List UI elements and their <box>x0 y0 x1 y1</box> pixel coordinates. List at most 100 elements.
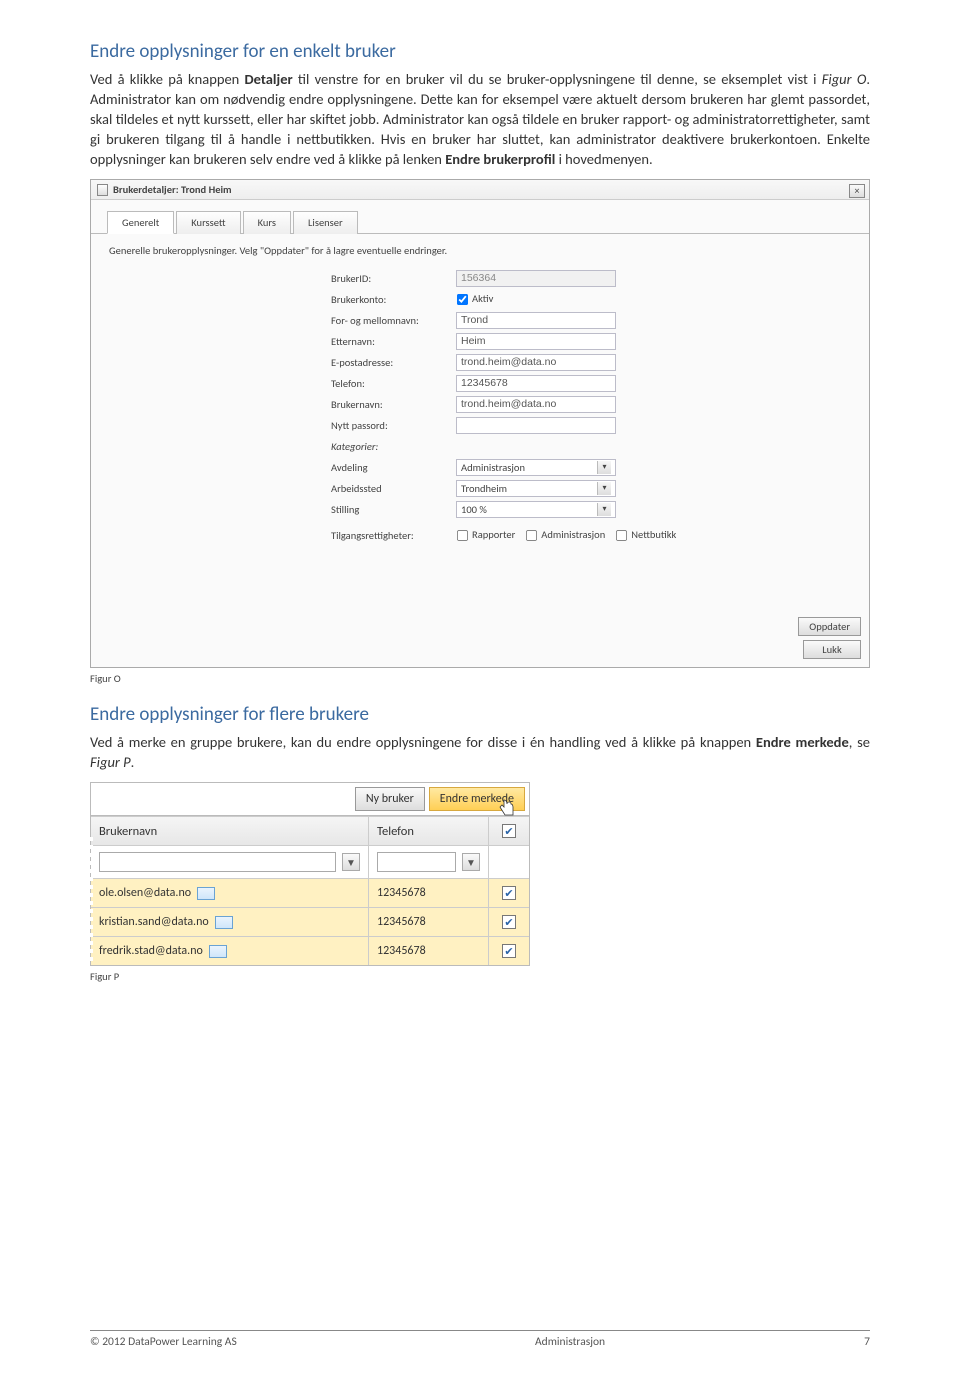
oppdater-button[interactable]: Oppdater <box>798 617 861 636</box>
filter-brukernavn-input[interactable] <box>99 852 336 872</box>
mail-icon[interactable] <box>209 945 227 958</box>
brukernavn-field[interactable] <box>456 396 616 413</box>
filter-icon[interactable]: ▼ <box>462 853 480 871</box>
cell-telefon: 12345678 <box>369 937 489 965</box>
label-tilgang: Tilgangsrettigheter: <box>331 529 456 542</box>
text: . <box>131 753 135 771</box>
filter-icon[interactable]: ▼ <box>342 853 360 871</box>
mail-icon[interactable] <box>215 916 233 929</box>
label-epost: E-postadresse: <box>331 356 456 369</box>
cell-text: kristian.sand@data.no <box>99 915 209 929</box>
cursor-hand-icon <box>499 799 515 817</box>
text-bold-endrebrukerprofil: Endre brukerprofil <box>445 150 555 168</box>
tab-lisenser[interactable]: Lisenser <box>293 211 358 234</box>
aktiv-checkbox[interactable] <box>457 294 468 305</box>
table-row[interactable]: fredrik.stad@data.no 12345678 ✔ <box>91 936 529 965</box>
tab-description: Generelle brukeropplysninger. Velg "Oppd… <box>91 234 869 269</box>
col-select[interactable]: ✔ <box>489 817 529 845</box>
text-figref-o: Figur O <box>822 70 867 88</box>
filter-telefon-input[interactable] <box>377 852 456 872</box>
text: i hovedmenyen. <box>555 150 652 168</box>
aktiv-checkbox-label[interactable]: Aktiv <box>456 292 493 306</box>
rapporter-checkbox[interactable] <box>457 530 468 541</box>
telefon-field[interactable] <box>456 375 616 392</box>
etternavn-field[interactable] <box>456 333 616 350</box>
row-checkbox[interactable]: ✔ <box>502 886 516 900</box>
label-brukerkonto: Brukerkonto: <box>331 293 456 306</box>
grid-screenshot: Ny bruker Endre merkede Brukernavn Telef… <box>90 782 530 966</box>
cell-telefon: 12345678 <box>369 908 489 936</box>
avdeling-value: Administrasjon <box>461 461 525 474</box>
label-stilling: Stilling <box>331 503 456 516</box>
col-telefon[interactable]: Telefon <box>369 817 489 845</box>
dropdown-icon: ▾ <box>597 461 611 474</box>
footer-page-number: 7 <box>850 1335 870 1349</box>
cell-brukernavn: kristian.sand@data.no <box>91 908 369 936</box>
grid-filter-row: ▼ ▼ <box>91 845 529 878</box>
ny-bruker-button[interactable]: Ny bruker <box>355 787 425 811</box>
administrasjon-check-label[interactable]: Administrasjon <box>525 528 605 542</box>
brukerid-field <box>456 270 616 287</box>
nyttpassord-field[interactable] <box>456 417 616 434</box>
rapporter-check-label[interactable]: Rapporter <box>456 528 515 542</box>
label-etternavn: Etternavn: <box>331 335 456 348</box>
grid-header: Brukernavn Telefon ✔ <box>91 816 529 845</box>
row-checkbox[interactable]: ✔ <box>502 944 516 958</box>
tab-kurssett[interactable]: Kurssett <box>176 211 240 234</box>
label-fornavn: For- og mellomnavn: <box>331 314 456 327</box>
tab-kurs[interactable]: Kurs <box>243 211 291 234</box>
close-button[interactable]: × <box>849 184 865 198</box>
dialog-tabs: Generelt Kurssett Kurs Lisenser <box>91 200 869 234</box>
dialog-title: Brukerdetaljer: Trond Heim <box>113 183 232 196</box>
text-bold-endremerkede: Endre merkede <box>756 733 849 751</box>
dialog-button-bar: Oppdater Lukk <box>91 557 869 667</box>
text: Ved å klikke på knappen <box>90 70 245 88</box>
arbeidssted-value: Trondheim <box>461 482 507 495</box>
paragraph-section2: Ved å merke en gruppe brukere, kan du en… <box>90 732 870 772</box>
paragraph-section1: Ved å klikke på knappen Detaljer til ven… <box>90 69 870 169</box>
caption-figur-o: Figur O <box>90 672 870 685</box>
text: , se <box>849 733 870 751</box>
footer-copyright: © 2012 DataPower Learning AS <box>90 1335 405 1349</box>
administrasjon-text: Administrasjon <box>541 528 605 541</box>
heading-section2: Endre opplysninger for flere brukere <box>90 703 870 726</box>
aktiv-text: Aktiv <box>472 292 493 305</box>
table-row[interactable]: kristian.sand@data.no 12345678 ✔ <box>91 907 529 936</box>
tilgang-checkboxes: Rapporter Administrasjon Nettbutikk <box>456 528 676 542</box>
cell-telefon: 12345678 <box>369 879 489 907</box>
grid-toolbar: Ny bruker Endre merkede <box>91 783 529 816</box>
arbeidssted-select[interactable]: Trondheim ▾ <box>456 480 616 497</box>
form-area: BrukerID: Brukerkonto: Aktiv For- og mel… <box>91 269 869 557</box>
dropdown-icon: ▾ <box>597 503 611 516</box>
tab-generelt[interactable]: Generelt <box>107 211 174 234</box>
row-checkbox[interactable]: ✔ <box>502 915 516 929</box>
text: til venstre for en bruker vil du se bruk… <box>293 70 822 88</box>
fornavn-field[interactable] <box>456 312 616 329</box>
label-kategorier: Kategorier: <box>331 440 456 453</box>
footer-title: Administrasjon <box>405 1335 850 1349</box>
cell-text: fredrik.stad@data.no <box>99 944 203 958</box>
label-avdeling: Avdeling <box>331 461 456 474</box>
cell-text: ole.olsen@data.no <box>99 886 191 900</box>
lukk-button[interactable]: Lukk <box>803 640 861 659</box>
dialog-titlebar: Brukerdetaljer: Trond Heim <box>91 180 869 200</box>
page-footer: © 2012 DataPower Learning AS Administras… <box>90 1330 870 1349</box>
cell-brukernavn: fredrik.stad@data.no <box>91 937 369 965</box>
header-checkbox[interactable]: ✔ <box>502 824 516 838</box>
dropdown-icon: ▾ <box>597 482 611 495</box>
label-telefon: Telefon: <box>331 377 456 390</box>
administrasjon-checkbox[interactable] <box>526 530 537 541</box>
label-arbeidssted: Arbeidssted <box>331 482 456 495</box>
label-nyttpassord: Nytt passord: <box>331 419 456 432</box>
avdeling-select[interactable]: Administrasjon ▾ <box>456 459 616 476</box>
col-brukernavn[interactable]: Brukernavn <box>91 817 369 845</box>
table-row[interactable]: ole.olsen@data.no 12345678 ✔ <box>91 878 529 907</box>
nettbutikk-text: Nettbutikk <box>631 528 676 541</box>
text: Ved å merke en gruppe brukere, kan du en… <box>90 733 756 751</box>
nettbutikk-checkbox[interactable] <box>616 530 627 541</box>
cell-brukernavn: ole.olsen@data.no <box>91 879 369 907</box>
stilling-select[interactable]: 100 %▾ <box>456 501 616 518</box>
nettbutikk-check-label[interactable]: Nettbutikk <box>615 528 676 542</box>
mail-icon[interactable] <box>197 887 215 900</box>
epost-field[interactable] <box>456 354 616 371</box>
